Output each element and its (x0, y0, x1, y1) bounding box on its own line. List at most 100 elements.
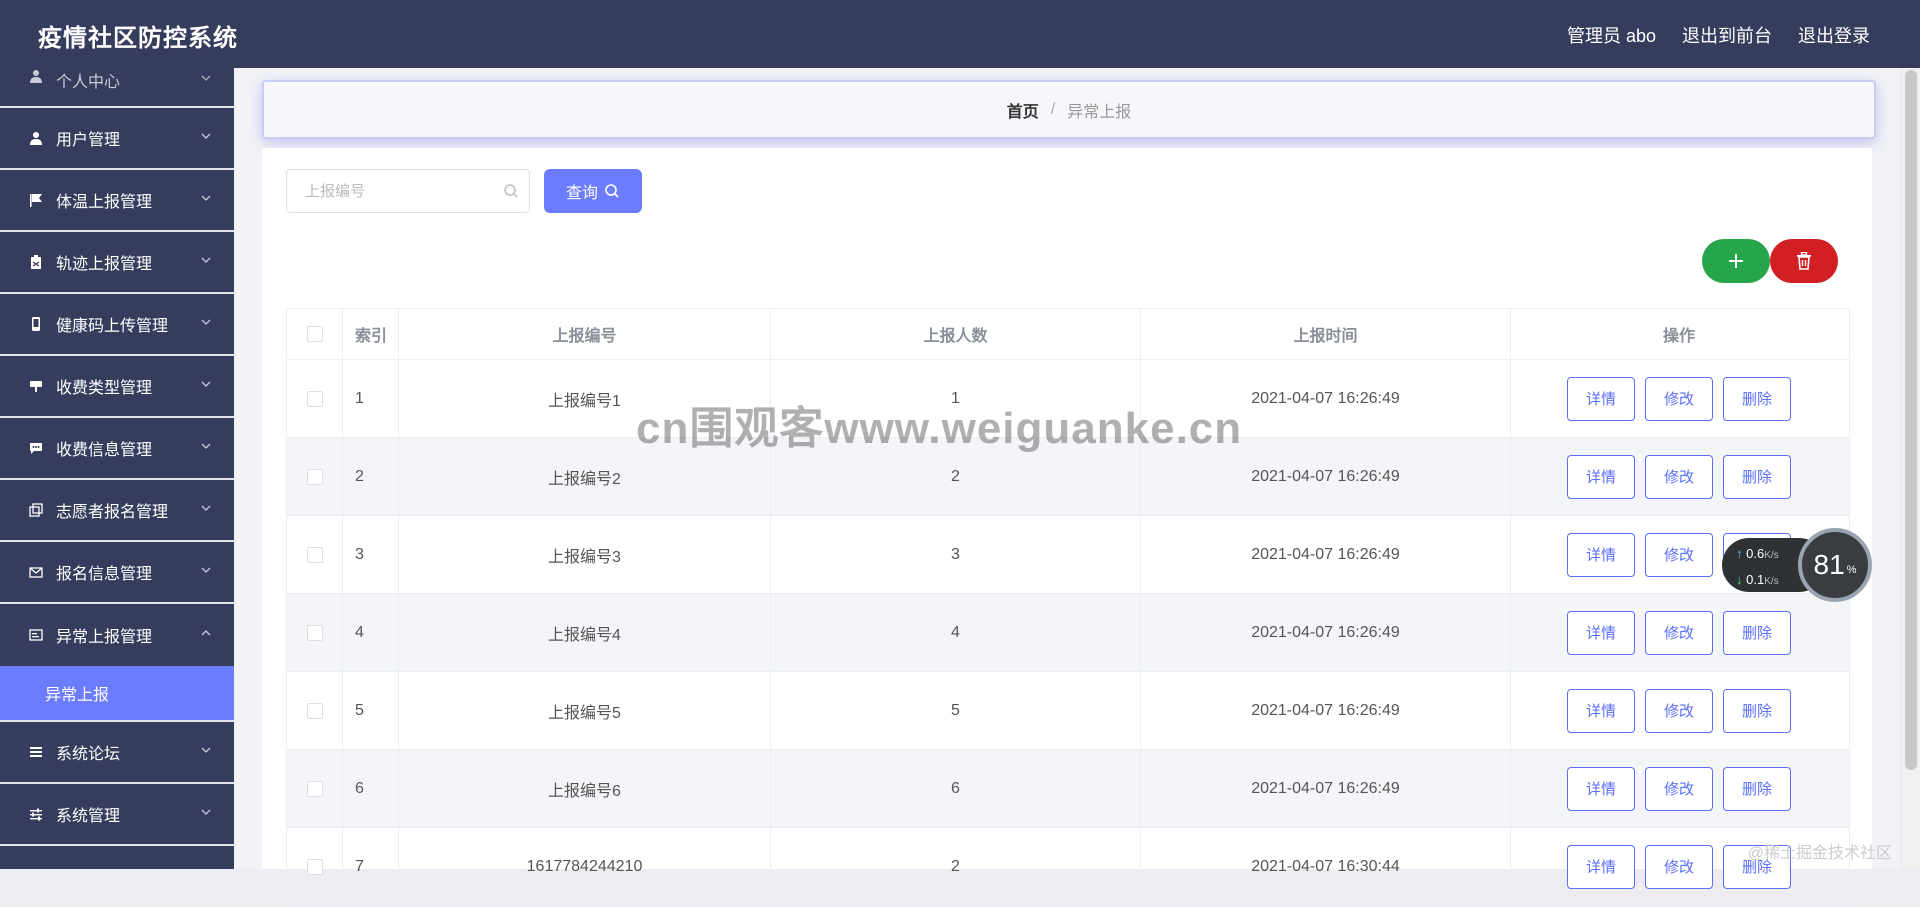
cell-code: 上报编号4 (399, 594, 771, 671)
chevron-down-icon (201, 75, 211, 81)
cell-actions: 详情 修改 删除 (1511, 360, 1847, 437)
detail-button[interactable]: 详情 (1567, 454, 1635, 499)
detail-button[interactable]: 详情 (1567, 610, 1635, 655)
query-button-label: 查询 (565, 185, 598, 202)
sidebar-item-forum[interactable]: 系统论坛 (0, 722, 234, 784)
sidebar-item-signup-info[interactable]: 报名信息管理 (0, 542, 234, 604)
delete-button[interactable]: 删除 (1723, 454, 1791, 499)
detail-button[interactable]: 详情 (1567, 532, 1635, 577)
edit-button[interactable]: 修改 (1645, 454, 1713, 499)
row-checkbox[interactable] (306, 702, 323, 719)
corner-watermark: @稀土掘金技术社区 (1747, 845, 1892, 862)
cell-index: 5 (343, 672, 399, 749)
batch-delete-button[interactable] (1770, 239, 1838, 283)
cell-time: 2021-04-07 16:26:49 (1141, 672, 1511, 749)
plus-icon (1729, 254, 1743, 268)
upload-speed: ↑ 0.6K/s (1736, 546, 1779, 561)
upload-speed-value: 0.6 (1746, 546, 1765, 561)
add-button[interactable] (1702, 239, 1770, 283)
back-to-front-link[interactable]: 退出到前台 (1682, 22, 1772, 48)
sidebar-item-label: 健康码上传管理 (56, 318, 169, 335)
cell-time: 2021-04-07 16:30:44 (1141, 828, 1511, 905)
row-checkbox[interactable] (306, 858, 323, 875)
sidebar-item-label: 用户管理 (56, 132, 121, 149)
sidebar-item-fee-info[interactable]: 收费信息管理 (0, 418, 234, 480)
cell-count: 1 (771, 360, 1141, 437)
delete-button[interactable]: 删除 (1723, 376, 1791, 421)
edit-button[interactable]: 修改 (1645, 376, 1713, 421)
sidebar-item-trajectory[interactable]: 轨迹上报管理 (0, 232, 234, 294)
cell-index: 3 (343, 516, 399, 593)
cell-time: 2021-04-07 16:26:49 (1141, 516, 1511, 593)
delete-button[interactable]: 删除 (1723, 766, 1791, 811)
trash-icon (1797, 252, 1811, 270)
breadcrumb-current: 异常上报 (1067, 103, 1132, 121)
sidebar-item-label: 收费信息管理 (56, 442, 153, 459)
network-speed-widget[interactable]: ↑ 0.6K/s ↓ 0.1K/s 81% (1722, 528, 1872, 602)
sidebar-subitem-abnormal-report[interactable]: 异常上报 (0, 666, 234, 722)
cell-count: 2 (771, 438, 1141, 515)
edit-button[interactable]: 修改 (1645, 766, 1713, 811)
query-button[interactable]: 查询 (544, 169, 642, 213)
sidebar-item-abnormal-report[interactable]: 异常上报管理 (0, 604, 234, 666)
flag-icon (28, 192, 44, 208)
breadcrumb-home[interactable]: 首页 (1007, 98, 1039, 122)
app-title: 疫情社区防控系统 (38, 25, 238, 52)
row-checkbox[interactable] (306, 624, 323, 641)
sidebar-item-temperature[interactable]: 体温上报管理 (0, 170, 234, 232)
chevron-down-icon (201, 809, 211, 815)
row-select-cell (287, 750, 343, 827)
logout-link[interactable]: 退出登录 (1798, 22, 1870, 48)
sidebar-item-user-management[interactable]: 用户管理 (0, 108, 234, 170)
edit-button[interactable]: 修改 (1645, 610, 1713, 655)
row-checkbox[interactable] (306, 546, 323, 563)
row-checkbox[interactable] (306, 468, 323, 485)
table-row: 7 1617784244210 2 2021-04-07 16:30:44 详情… (287, 828, 1849, 906)
cell-code: 1617784244210 (399, 828, 771, 905)
breadcrumb: 首页 / 异常上报 (262, 80, 1876, 139)
chevron-down-icon (201, 257, 211, 263)
sidebar-item-system[interactable]: 系统管理 (0, 784, 234, 846)
table-row: 2 上报编号2 2 2021-04-07 16:26:49 详情 修改 删除 (287, 438, 1849, 516)
download-speed: ↓ 0.1K/s (1736, 572, 1779, 587)
breadcrumb-separator: / (1050, 100, 1056, 118)
detail-button[interactable]: 详情 (1567, 688, 1635, 733)
detail-button[interactable]: 详情 (1567, 844, 1635, 889)
table-row: 3 上报编号3 3 2021-04-07 16:26:49 详情 修改 删除 (287, 516, 1849, 594)
sidebar-item-label: 报名信息管理 (56, 566, 153, 583)
cell-code: 上报编号1 (399, 360, 771, 437)
sidebar-item-personal-center[interactable]: 个人中心 (0, 68, 234, 108)
page-scrollbar[interactable] (1902, 68, 1920, 869)
table-row: 6 上报编号6 6 2021-04-07 16:26:49 详情 修改 删除 (287, 750, 1849, 828)
upload-arrow-icon: ↑ (1736, 546, 1743, 561)
phone-icon (28, 316, 44, 332)
edit-button[interactable]: 修改 (1645, 844, 1713, 889)
user-icon (28, 130, 44, 146)
row-select-cell (287, 594, 343, 671)
chevron-up-icon (201, 630, 211, 636)
edit-button[interactable]: 修改 (1645, 532, 1713, 577)
row-checkbox[interactable] (306, 780, 323, 797)
edit-button[interactable]: 修改 (1645, 688, 1713, 733)
admin-user-label[interactable]: 管理员 abo (1567, 22, 1656, 48)
cell-actions: 详情 修改 删除 (1511, 438, 1847, 515)
sidebar-item-health-code[interactable]: 健康码上传管理 (0, 294, 234, 356)
select-all-checkbox[interactable] (306, 326, 323, 342)
row-checkbox[interactable] (306, 390, 323, 407)
detail-button[interactable]: 详情 (1567, 376, 1635, 421)
sidebar-item-fee-type[interactable]: 收费类型管理 (0, 356, 234, 418)
chevron-down-icon (201, 443, 211, 449)
top-bar: 疫情社区防控系统 管理员 abo 退出到前台 退出登录 (0, 0, 1920, 68)
clipboard-icon (28, 254, 44, 270)
cell-actions: 详情 修改 删除 (1511, 672, 1847, 749)
search-field[interactable] (286, 169, 530, 213)
scrollbar-thumb[interactable] (1905, 70, 1917, 770)
search-input[interactable] (303, 170, 507, 212)
cell-index: 2 (343, 438, 399, 515)
delete-button[interactable]: 删除 (1723, 688, 1791, 733)
sidebar-item-volunteer[interactable]: 志愿者报名管理 (0, 480, 234, 542)
row-select-cell (287, 672, 343, 749)
delete-button[interactable]: 删除 (1723, 610, 1791, 655)
detail-button[interactable]: 详情 (1567, 766, 1635, 811)
cell-count: 3 (771, 516, 1141, 593)
